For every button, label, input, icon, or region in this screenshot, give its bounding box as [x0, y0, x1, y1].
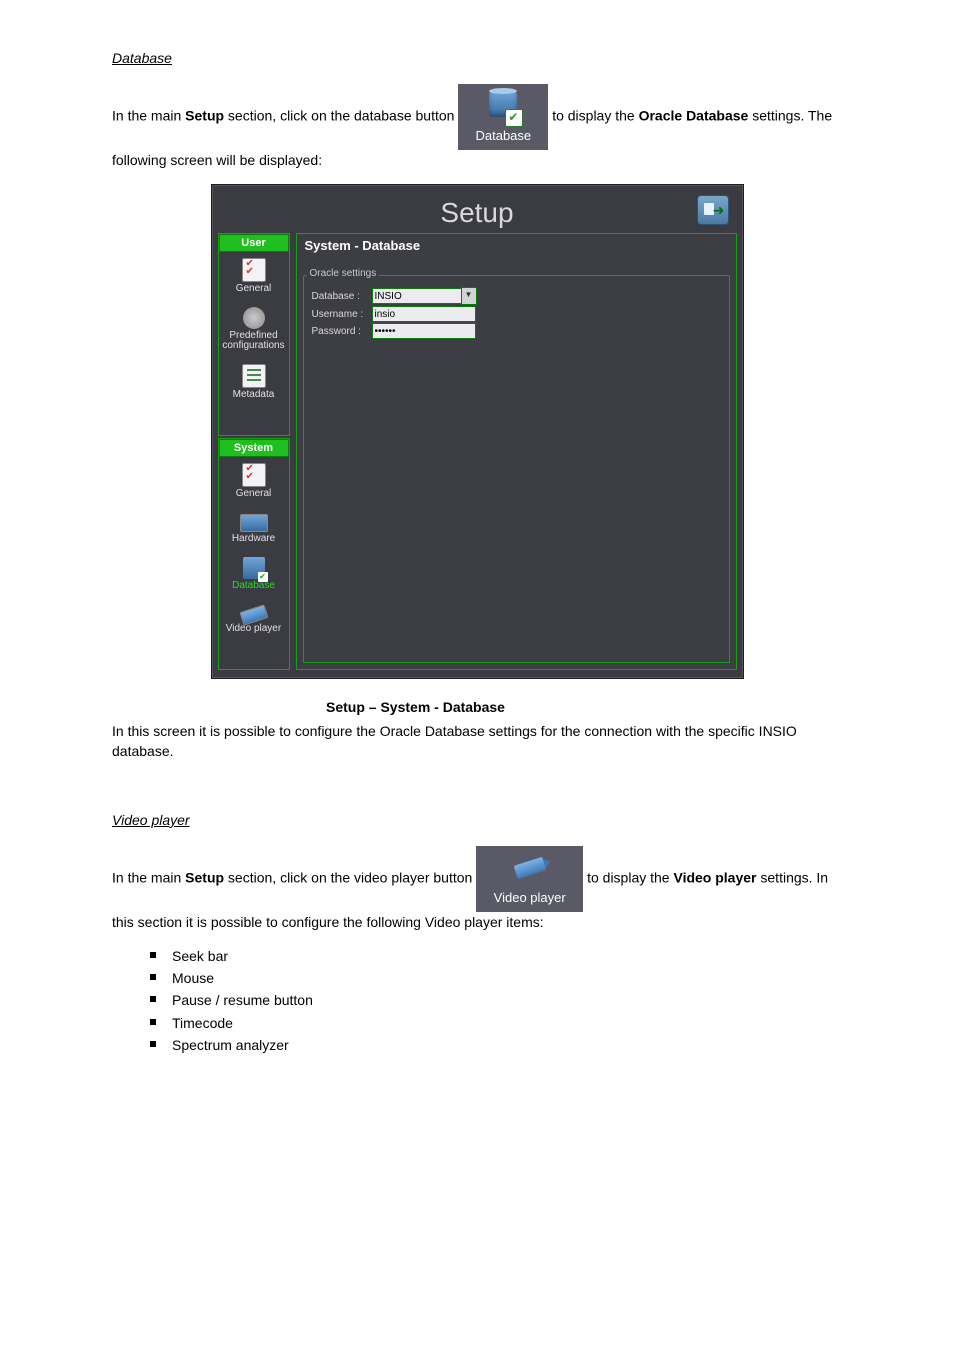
list-icon: [242, 364, 266, 388]
database-intro-paragraph: In the main Setup section, click on the …: [112, 84, 844, 170]
sidebar-item-label: Database: [219, 581, 289, 592]
setup-window: Setup User General Predefined configurat…: [211, 184, 744, 679]
list-item: Timecode: [150, 1013, 844, 1033]
setup-word: Setup: [185, 869, 224, 885]
video-player-bullet-list: Seek bar Mouse Pause / resume button Tim…: [150, 946, 844, 1055]
video-player-intro-paragraph: In the main Setup section, click on the …: [112, 846, 844, 932]
oracle-settings-legend: Oracle settings: [307, 268, 380, 279]
after-figure-paragraph: In this screen it is possible to configu…: [112, 721, 844, 762]
video-player-icon: [512, 851, 548, 887]
txt: to display the: [552, 108, 638, 124]
video-player-icon-label: Video player: [494, 890, 566, 905]
gear-icon: [243, 307, 265, 329]
sidebar-item-label: General: [219, 489, 289, 500]
password-input[interactable]: [372, 323, 476, 339]
sidebar-item-label: Video player: [219, 624, 289, 635]
database-icon-tile: Database: [458, 84, 548, 150]
checklist-icon: [242, 258, 266, 282]
sidebar-item-label: General: [219, 284, 289, 295]
txt: section, click on the database button: [224, 108, 458, 124]
sidebar-header-system: System: [219, 439, 289, 457]
setup-window-title: Setup: [218, 197, 737, 229]
sidebar-item-system-general[interactable]: General: [219, 457, 289, 506]
txt: In the main: [112, 869, 185, 885]
setup-word: Setup: [185, 108, 224, 124]
video-player-bold: Video player: [673, 869, 756, 885]
list-item: Pause / resume button: [150, 990, 844, 1010]
database-field-label: Database :: [312, 291, 372, 302]
sidebar-item-database[interactable]: Database: [219, 551, 289, 598]
sidebar-item-metadata[interactable]: Metadata: [219, 358, 289, 407]
sidebar-item-predefined-configs[interactable]: Predefined configurations: [219, 301, 289, 358]
figure-caption: Setup – System - Database: [326, 699, 954, 715]
username-field-label: Username :: [312, 309, 372, 320]
setup-sidebar: User General Predefined configurations M…: [218, 233, 290, 670]
password-field-label: Password :: [312, 326, 372, 337]
database-combobox[interactable]: [372, 288, 462, 304]
content-lower-frame: [303, 350, 730, 663]
txt: In the main: [112, 108, 185, 124]
list-item: Spectrum analyzer: [150, 1035, 844, 1055]
content-panel-title: System - Database: [305, 238, 730, 253]
setup-content-panel: System - Database Oracle settings Databa…: [296, 233, 737, 670]
sidebar-item-label: Metadata: [219, 390, 289, 401]
database-icon-label: Database: [475, 128, 531, 143]
section-heading-database: Database: [112, 50, 954, 66]
video-player-icon-tile: Video player: [476, 846, 583, 912]
sidebar-header-user: User: [219, 234, 289, 252]
sidebar-item-label: Hardware: [219, 534, 289, 545]
database-icon: [485, 89, 521, 125]
list-item: Mouse: [150, 968, 844, 988]
list-item: Seek bar: [150, 946, 844, 966]
checklist-icon: [242, 463, 266, 487]
sidebar-item-video-player[interactable]: Video player: [219, 597, 289, 641]
section-heading-video-player: Video player: [112, 812, 954, 828]
sidebar-item-hardware[interactable]: Hardware: [219, 505, 289, 551]
sidebar-item-label: Predefined configurations: [219, 331, 289, 352]
database-icon: [243, 557, 265, 579]
hardware-icon: [240, 514, 268, 532]
txt: to display the: [587, 869, 673, 885]
close-button[interactable]: [697, 195, 729, 225]
username-input[interactable]: [372, 306, 476, 322]
txt: section, click on the video player butto…: [224, 869, 476, 885]
oracle-settings-group: Database : ▼ Username : Password :: [303, 275, 730, 350]
chevron-down-icon[interactable]: ▼: [462, 287, 477, 305]
sidebar-item-user-general[interactable]: General: [219, 252, 289, 301]
oracle-db-phrase: Oracle Database: [639, 108, 749, 124]
